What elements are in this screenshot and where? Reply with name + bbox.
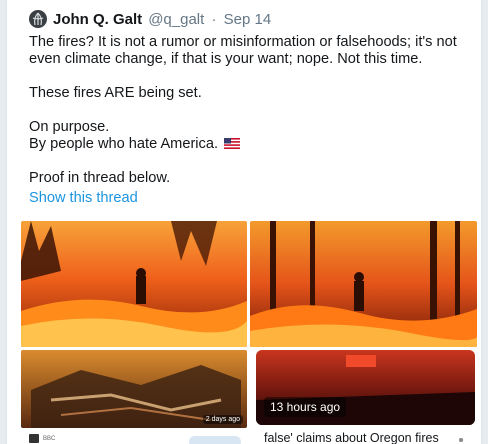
tweet-text: The fires? It is not a rumor or misinfor… — [29, 34, 469, 187]
tweet-date[interactable]: Sep 14 — [224, 11, 272, 28]
video-timestamp: 13 hours ago — [264, 397, 347, 417]
tweet-card[interactable]: John Q. Galt @q_galt · Sep 14 The fires?… — [6, 0, 482, 444]
media-image-3[interactable]: 2 days ago — [21, 350, 247, 428]
media-timestamp-3: 2 days ago — [202, 415, 243, 424]
meta-separator: · — [211, 10, 217, 28]
media-video-4[interactable]: 13 hours ago — [256, 350, 475, 425]
tweet-line-4-wrap: By people who hate America. — [29, 136, 469, 153]
us-flag-icon — [224, 138, 241, 149]
link-card-caption[interactable]: false' claims about Oregon fires — [264, 431, 439, 444]
link-source[interactable]: BBC — [29, 434, 55, 443]
avatar[interactable] — [29, 10, 47, 28]
link-pill[interactable] — [189, 436, 241, 444]
tweet-line-3: On purpose. — [29, 119, 110, 135]
tweet-line-2: These fires ARE being set. — [29, 85, 202, 101]
show-thread-link[interactable]: Show this thread — [29, 190, 138, 206]
tweet-header: John Q. Galt @q_galt · Sep 14 — [29, 9, 271, 29]
media-image-1[interactable] — [21, 221, 247, 347]
link-source-label: BBC — [43, 435, 56, 442]
tweet-proof-line: Proof in thread below. — [29, 170, 171, 186]
author-handle[interactable]: @q_galt — [148, 11, 204, 28]
author-meta: @q_galt · Sep 14 — [148, 11, 271, 28]
more-dot-icon — [459, 438, 463, 442]
tweet-line-4: By people who hate America. — [29, 136, 219, 152]
tweet-line-1: The fires? It is not a rumor or misinfor… — [29, 34, 457, 67]
author-name[interactable]: John Q. Galt — [53, 11, 142, 28]
bbc-logo-icon — [29, 434, 39, 443]
media-image-2[interactable] — [250, 221, 477, 347]
